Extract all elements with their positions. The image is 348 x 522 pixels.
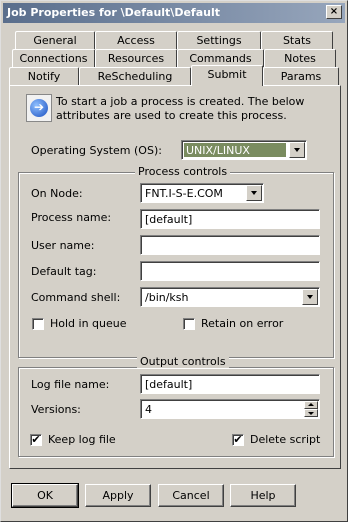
- spin-down-icon[interactable]: [304, 409, 318, 417]
- versions-value: 4: [145, 403, 152, 416]
- tab-params[interactable]: Params: [263, 67, 339, 85]
- job-properties-dialog: Job Properties for \Default\Default × Ge…: [0, 0, 348, 522]
- process-name-field[interactable]: [default]: [140, 209, 320, 229]
- tab-settings[interactable]: Settings: [177, 31, 261, 49]
- default-tag-label: Default tag:: [31, 265, 97, 278]
- keep-log-checkbox[interactable]: ✔: [30, 434, 42, 446]
- checkmark-icon: ✔: [233, 433, 243, 446]
- close-icon: ×: [329, 6, 339, 17]
- chevron-down-icon[interactable]: [302, 289, 318, 305]
- log-file-label: Log file name:: [31, 378, 110, 391]
- spinner-arrows-icon[interactable]: [304, 401, 318, 417]
- apply-button[interactable]: Apply: [85, 484, 151, 507]
- spin-up-icon[interactable]: [304, 401, 318, 409]
- output-controls-title: Output controls: [137, 355, 229, 368]
- on-node-select[interactable]: FNT.I-S-E.COM: [140, 183, 264, 203]
- tab-access[interactable]: Access: [95, 31, 177, 49]
- checkmark-icon: ✔: [31, 433, 41, 446]
- tab-general[interactable]: General: [15, 31, 95, 49]
- user-name-label: User name:: [31, 239, 95, 252]
- default-tag-field[interactable]: [140, 261, 320, 281]
- ok-button[interactable]: OK: [11, 483, 79, 508]
- command-shell-select[interactable]: /bin/ksh: [140, 287, 320, 307]
- tab-notify[interactable]: Notify: [9, 67, 79, 85]
- tab-submit[interactable]: Submit: [191, 65, 263, 86]
- info-description: To start a job a process is created. The…: [56, 95, 305, 122]
- chevron-down-icon[interactable]: [246, 185, 262, 201]
- user-name-field[interactable]: [140, 235, 320, 255]
- process-controls-title: Process controls: [135, 165, 231, 178]
- command-shell-value: /bin/ksh: [145, 291, 189, 304]
- delete-script-label: Delete script: [250, 433, 321, 446]
- close-button[interactable]: ×: [326, 5, 342, 19]
- delete-script-checkbox[interactable]: ✔: [232, 434, 244, 446]
- on-node-value: FNT.I-S-E.COM: [145, 187, 223, 200]
- command-shell-label: Command shell:: [31, 291, 121, 304]
- info-arrow-icon: ➔: [26, 94, 52, 122]
- process-name-label: Process name:: [31, 211, 112, 224]
- tab-notes[interactable]: Notes: [264, 49, 336, 67]
- log-file-field[interactable]: [default]: [140, 374, 320, 394]
- window-title: Job Properties for \Default\Default: [7, 6, 220, 19]
- retain-on-error-checkbox[interactable]: [183, 318, 195, 330]
- versions-label: Versions:: [31, 403, 81, 416]
- chevron-down-icon[interactable]: [289, 142, 305, 158]
- os-selected-value: UNIX/LINUX: [184, 143, 286, 157]
- versions-spinner[interactable]: 4: [140, 399, 320, 419]
- keep-log-label: Keep log file: [48, 433, 116, 446]
- title-bar[interactable]: Job Properties for \Default\Default ×: [3, 3, 345, 23]
- on-node-label: On Node:: [31, 187, 83, 200]
- help-button[interactable]: Help: [230, 484, 296, 507]
- tab-rescheduling[interactable]: ReScheduling: [79, 67, 191, 85]
- tab-connections[interactable]: Connections: [12, 49, 95, 67]
- cancel-button[interactable]: Cancel: [158, 484, 224, 507]
- tab-resources[interactable]: Resources: [95, 49, 177, 67]
- hold-in-queue-checkbox[interactable]: [32, 318, 44, 330]
- tab-stats[interactable]: Stats: [261, 31, 333, 49]
- os-label: Operating System (OS):: [31, 144, 162, 157]
- hold-in-queue-label: Hold in queue: [50, 317, 127, 330]
- retain-on-error-label: Retain on error: [201, 317, 284, 330]
- submit-tab-panel: ➔ To start a job a process is created. T…: [9, 85, 341, 469]
- os-select[interactable]: UNIX/LINUX: [181, 140, 307, 160]
